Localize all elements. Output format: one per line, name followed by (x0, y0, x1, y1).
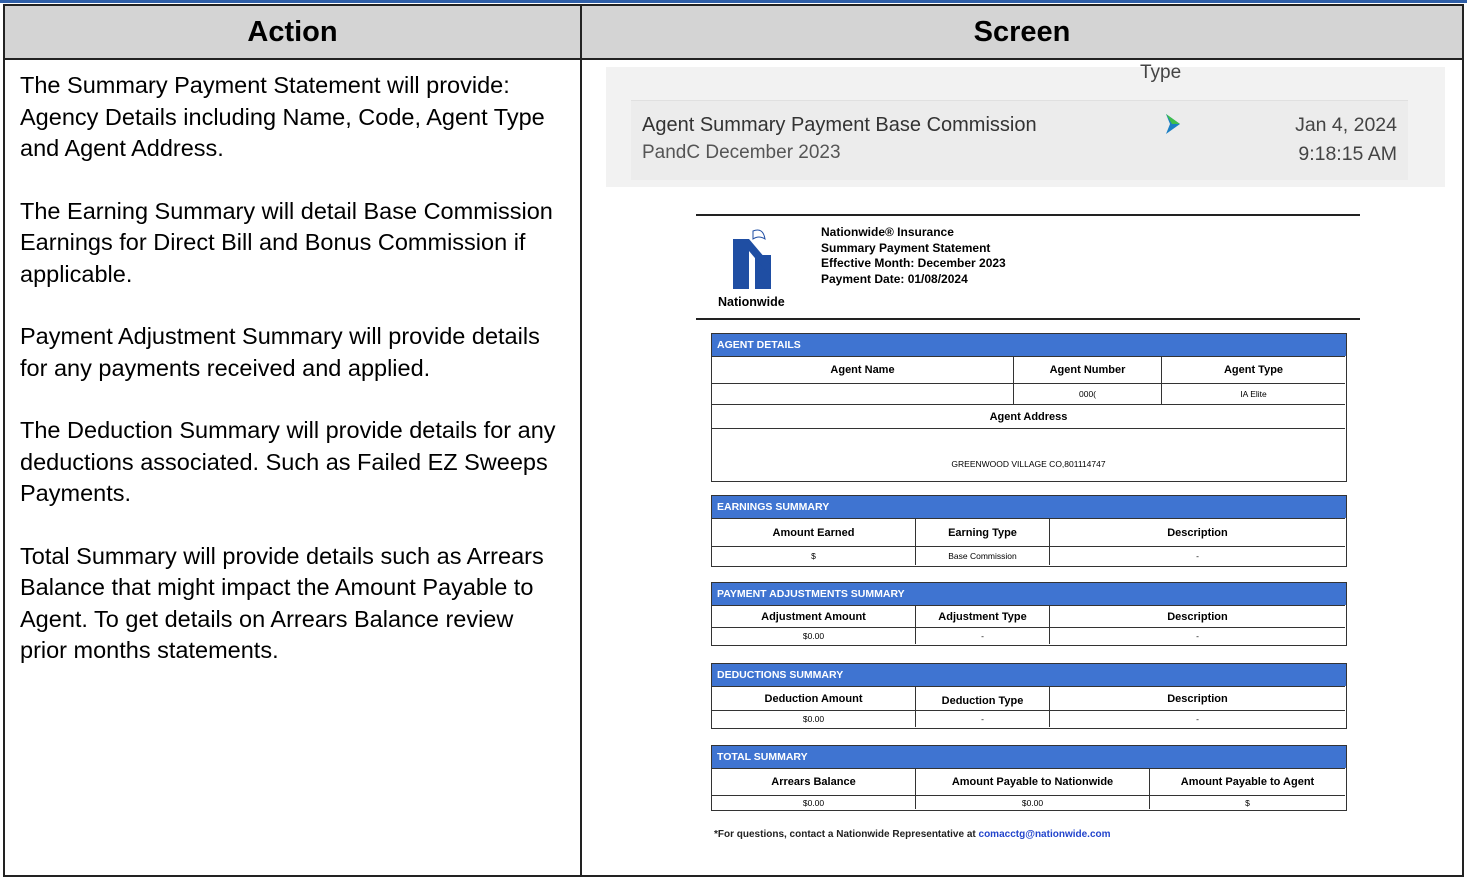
header-screen: Screen (973, 16, 1071, 48)
statement-top-rule (696, 214, 1360, 216)
deductions-summary-section: DEDUCTIONS SUMMARY Deduction Amount Dedu… (711, 663, 1347, 729)
description-value: - (1049, 710, 1345, 727)
col-arrears-balance: Arrears Balance (712, 768, 915, 795)
action-paragraph: The Summary Payment Statement will provi… (20, 72, 545, 161)
agent-details-section: AGENT DETAILS Agent Name Agent Number Ag… (711, 333, 1347, 482)
agent-type-value: IA Elite (1161, 383, 1345, 404)
action-description: The Summary Payment Statement will provi… (20, 70, 560, 698)
payment-date: Payment Date: 01/08/2024 (821, 271, 968, 286)
action-paragraph: The Earning Summary will detail Base Com… (20, 197, 553, 287)
column-divider (580, 6, 582, 875)
payment-adjustments-section: PAYMENT ADJUSTMENTS SUMMARY Adjustment A… (711, 582, 1347, 646)
statement-header-rule (696, 318, 1360, 320)
top-rule (0, 0, 1467, 3)
amount-payable-nationwide-value: $0.00 (915, 795, 1149, 809)
col-amount-payable-agent: Amount Payable to Agent (1149, 768, 1345, 795)
col-deduction-amount: Deduction Amount (712, 686, 915, 710)
col-agent-number: Agent Number (1013, 356, 1161, 383)
agent-name-value (712, 383, 1013, 404)
download-arrow-icon[interactable] (1158, 110, 1188, 138)
col-description: Description (1049, 686, 1345, 710)
arrears-balance-value: $0.00 (712, 795, 915, 809)
col-agent-name: Agent Name (712, 356, 1013, 383)
adjustment-amount-value: $0.00 (712, 627, 915, 644)
description-value: - (1049, 627, 1345, 644)
section-bar: AGENT DETAILS (712, 334, 1346, 356)
col-earning-type: Earning Type (915, 518, 1049, 546)
type-column-label: Type (1140, 62, 1182, 83)
contact-note-text: *For questions, contact a Nationwide Rep… (714, 829, 979, 840)
contact-note: *For questions, contact a Nationwide Rep… (714, 829, 1111, 840)
statement-title: Summary Payment Statement (821, 240, 991, 255)
action-paragraph: The Deduction Summary will provide detai… (20, 417, 556, 506)
agent-address-value: GREENWOOD VILLAGE CO,801114747 (712, 428, 1345, 480)
statement-header: Nationwide® Insurance Summary Payment St… (821, 225, 1006, 287)
company-name: Nationwide® Insurance (821, 225, 954, 239)
adjustment-type-value: - (915, 627, 1049, 644)
agent-number-value: 000( (1013, 383, 1161, 404)
section-bar: DEDUCTIONS SUMMARY (712, 664, 1346, 686)
notification-date: Jan 4, 2024 (1295, 114, 1397, 136)
earnings-summary-section: EARNINGS SUMMARY Amount Earned Earning T… (711, 495, 1347, 567)
action-paragraph: Total Summary will provide details such … (20, 542, 544, 664)
contact-email-link[interactable]: comacctg@nationwide.com (979, 829, 1111, 840)
notification-title[interactable]: Agent Summary Payment Base Commission (642, 114, 1037, 137)
col-description: Description (1049, 518, 1345, 546)
col-adjustment-amount: Adjustment Amount (712, 605, 915, 627)
description-value: - (1049, 546, 1345, 565)
agent-address-label: Agent Address (712, 404, 1345, 428)
col-description: Description (1049, 605, 1345, 627)
section-bar: EARNINGS SUMMARY (712, 496, 1346, 518)
col-amount-earned: Amount Earned (712, 518, 915, 546)
notification-time: 9:18:15 AM (1298, 143, 1397, 165)
effective-month: Effective Month: December 2023 (821, 256, 1006, 270)
earning-type-value: Base Commission (915, 546, 1049, 565)
notification-subtitle: PandC December 2023 (642, 142, 841, 163)
table-header-row: Action Screen (5, 6, 1462, 60)
col-adjustment-type: Adjustment Type (915, 605, 1049, 627)
total-summary-section: TOTAL SUMMARY Arrears Balance Amount Pay… (711, 745, 1347, 811)
action-paragraph: Payment Adjustment Summary will provide … (20, 323, 540, 381)
deduction-type-value: - (915, 710, 1049, 727)
col-amount-payable-nationwide: Amount Payable to Nationwide (915, 768, 1149, 795)
deduction-amount-value: $0.00 (712, 710, 915, 727)
section-bar: TOTAL SUMMARY (712, 746, 1346, 768)
amount-earned-value: $ (712, 546, 915, 565)
logo-wordmark: Nationwide (718, 295, 785, 309)
amount-payable-agent-value: $ (1149, 795, 1345, 809)
header-action: Action (247, 16, 338, 48)
col-agent-type: Agent Type (1161, 356, 1345, 383)
notification-row[interactable] (631, 100, 1408, 180)
col-deduction-type: Deduction Type (915, 686, 1049, 710)
section-bar: PAYMENT ADJUSTMENTS SUMMARY (712, 583, 1346, 605)
